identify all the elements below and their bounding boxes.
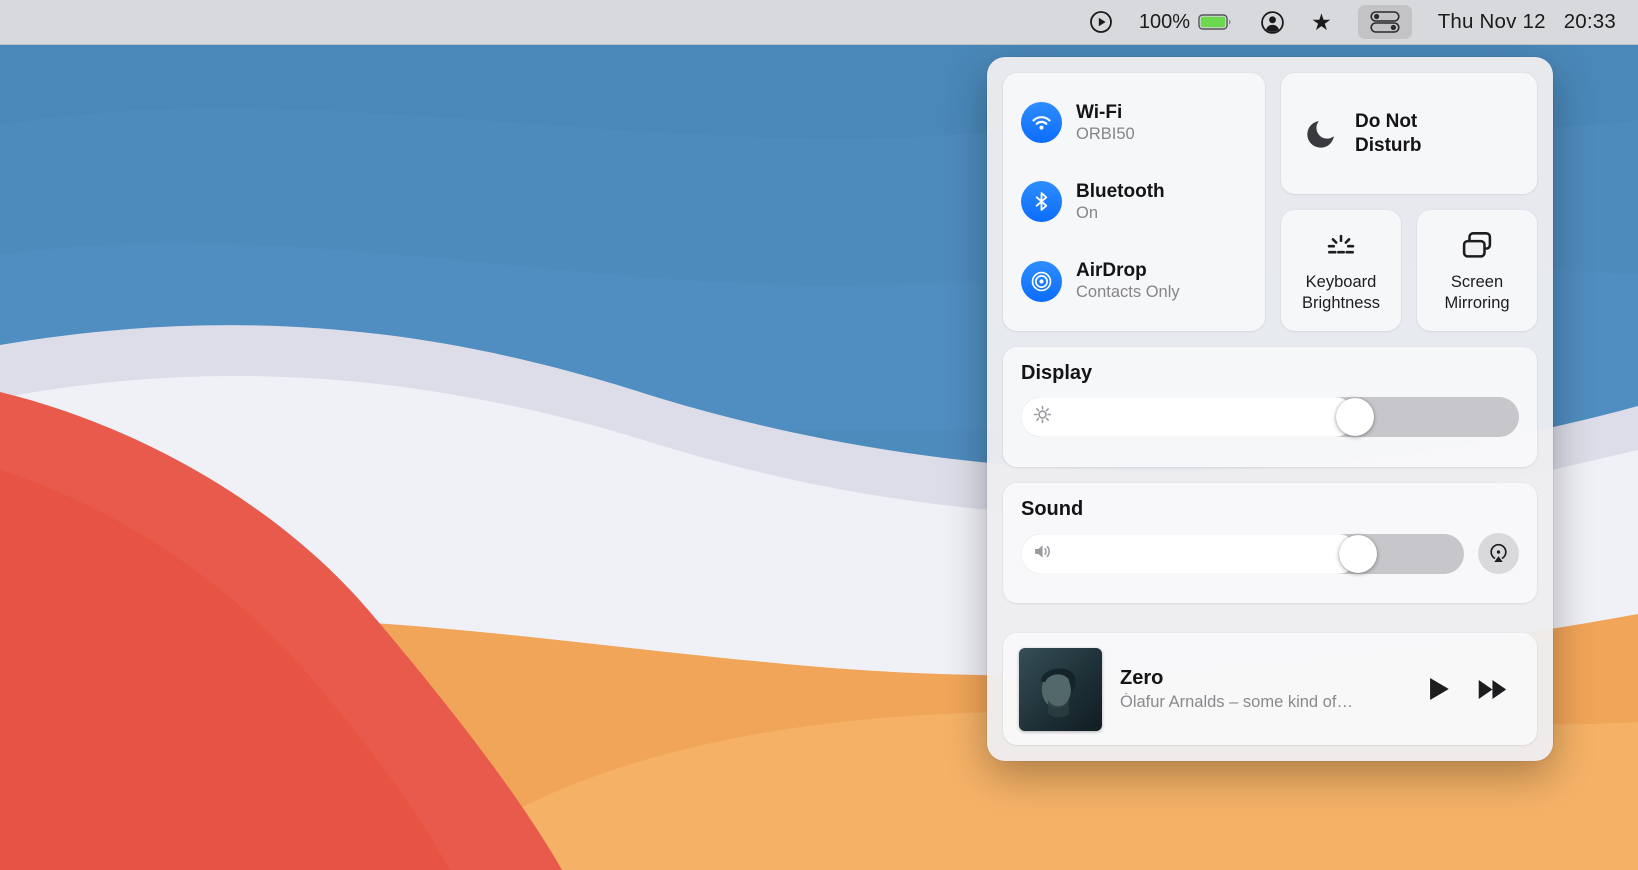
play-button[interactable] — [1430, 678, 1450, 700]
display-brightness-slider[interactable] — [1021, 397, 1519, 437]
display-module: Display — [1003, 347, 1537, 467]
play-circle-icon — [1090, 11, 1112, 33]
menu-bar: 100% ★ Thu Nov 12 20:33 — [0, 0, 1638, 45]
album-art[interactable] — [1019, 647, 1102, 731]
play-circle-menu-item[interactable] — [1089, 5, 1113, 39]
control-center-panel: Wi-Fi ORBI50 Bluetooth On AirDrop Contac… — [987, 57, 1553, 761]
keyboard-brightness-label: Keyboard Brightness — [1302, 273, 1380, 312]
wifi-status: ORBI50 — [1076, 124, 1135, 143]
user-account-menu-item[interactable] — [1260, 5, 1285, 39]
screen-mirroring-icon — [1462, 232, 1492, 259]
fast-forward-button[interactable] — [1478, 679, 1509, 699]
airdrop-status: Contacts Only — [1076, 283, 1180, 302]
display-title: Display — [1021, 362, 1093, 384]
display-slider-fill — [1021, 397, 1355, 437]
airplay-audio-icon — [1490, 543, 1507, 564]
connectivity-card: Wi-Fi ORBI50 Bluetooth On AirDrop Contac… — [1003, 73, 1265, 331]
airplay-audio-button[interactable] — [1478, 533, 1519, 574]
airdrop-icon — [1021, 260, 1062, 302]
menu-bar-clock[interactable]: Thu Nov 12 20:33 — [1438, 10, 1616, 34]
sound-slider-thumb[interactable] — [1338, 534, 1377, 573]
desktop: 100% ★ Thu Nov 12 20:33 Wi-Fi ORBI50 Blu… — [0, 0, 1638, 870]
bluetooth-toggle[interactable]: Bluetooth On — [1003, 181, 1265, 223]
clock-date: Thu Nov 12 — [1437, 10, 1546, 33]
clock-time: 20:33 — [1563, 10, 1616, 33]
keyboard-brightness-icon — [1327, 235, 1355, 254]
airdrop-label: AirDrop — [1076, 260, 1147, 282]
bluetooth-label: Bluetooth — [1076, 180, 1165, 202]
sound-volume-slider[interactable] — [1021, 533, 1464, 574]
play-icon — [1430, 678, 1449, 700]
wifi-icon — [1021, 102, 1062, 144]
wifi-label: Wi-Fi — [1076, 101, 1123, 123]
bluetooth-icon — [1021, 181, 1062, 223]
track-title: Zero — [1120, 666, 1164, 689]
keyboard-brightness-button[interactable]: Keyboard Brightness — [1281, 210, 1401, 331]
track-subtitle: Ólafur Arnalds – some kind of… — [1120, 692, 1353, 711]
star-icon: ★ — [1311, 8, 1332, 35]
battery-percent-label: 100% — [1138, 10, 1191, 33]
sound-module: Sound — [1003, 483, 1537, 603]
battery-icon — [1198, 14, 1231, 30]
airdrop-toggle[interactable]: AirDrop Contacts Only — [1003, 260, 1265, 302]
control-center-icon — [1370, 11, 1400, 33]
do-not-disturb-toggle[interactable]: Do Not Disturb — [1281, 73, 1537, 194]
now-playing-module: Zero Ólafur Arnalds – some kind of… — [1003, 633, 1537, 745]
display-slider-thumb[interactable] — [1335, 398, 1374, 436]
wifi-toggle[interactable]: Wi-Fi ORBI50 — [1003, 102, 1265, 144]
control-center-menu-item[interactable] — [1357, 5, 1412, 39]
moon-icon — [1307, 120, 1334, 148]
fast-forward-icon — [1478, 679, 1507, 699]
user-account-icon — [1261, 10, 1284, 34]
bluetooth-status: On — [1076, 203, 1099, 222]
battery-menu-item[interactable]: 100% — [1139, 5, 1234, 39]
sound-title: Sound — [1021, 498, 1084, 520]
screen-mirroring-button[interactable]: Screen Mirroring — [1417, 210, 1537, 331]
screen-mirroring-label: Screen Mirroring — [1444, 273, 1510, 312]
do-not-disturb-label: Do Not Disturb — [1355, 110, 1422, 156]
favorites-menu-item[interactable]: ★ — [1311, 5, 1332, 39]
sound-slider-fill — [1021, 533, 1358, 574]
